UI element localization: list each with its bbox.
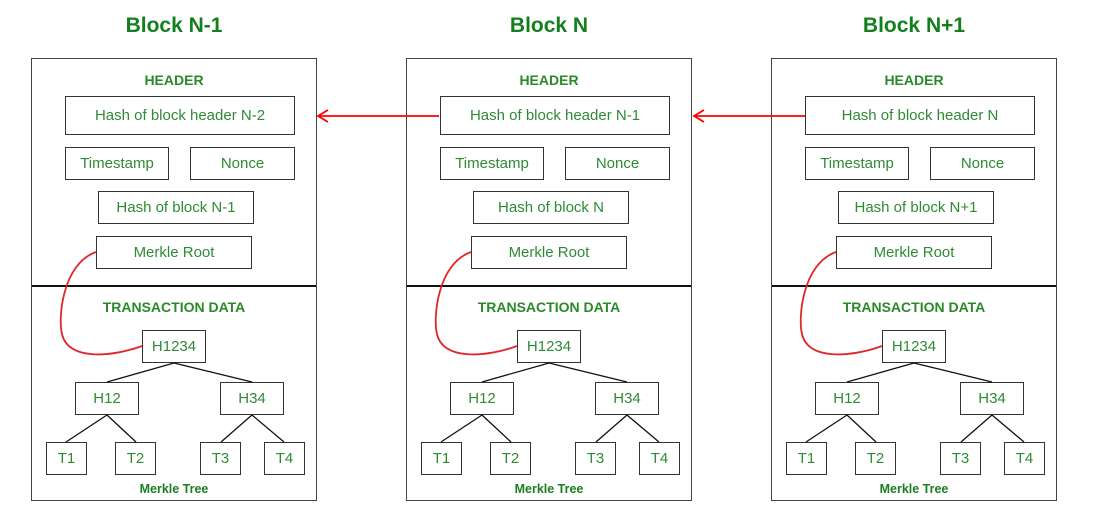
merkle-node-root: H1234 (517, 330, 581, 363)
block-n-title: Block N (509, 14, 589, 37)
merkle-leaf-t2: T2 (855, 442, 896, 475)
merkle-node-root: H1234 (142, 330, 206, 363)
merkle-leaf-t3: T3 (200, 442, 241, 475)
merkle-leaf-t4: T4 (1004, 442, 1045, 475)
merkle-node-left: H12 (815, 382, 879, 415)
block-n-1-title: Block N-1 (125, 14, 223, 37)
nonce-box: Nonce (190, 147, 295, 180)
timestamp-box: Timestamp (440, 147, 544, 180)
block-n-1-container: HEADER Hash of block header N Timestamp Non… (771, 58, 1057, 501)
header-transaction-divider (407, 285, 691, 287)
merkle-node-root: H1234 (882, 330, 946, 363)
prev-block-hash-box: Hash of block header N-2 (65, 96, 295, 135)
transaction-data-label: TRANSACTION DATA (477, 299, 621, 315)
merkle-leaf-t4: T4 (639, 442, 680, 475)
header-label: HEADER (144, 72, 204, 88)
timestamp-box: Timestamp (65, 147, 169, 180)
merkle-leaf-t2: T2 (115, 442, 156, 475)
nonce-box: Nonce (565, 147, 670, 180)
transaction-data-label: TRANSACTION DATA (102, 299, 246, 315)
prev-block-hash-box: Hash of block header N-1 (440, 96, 670, 135)
block-hash-box: Hash of block N-1 (98, 191, 254, 224)
header-label: HEADER (884, 72, 944, 88)
block-hash-box: Hash of block N+1 (838, 191, 994, 224)
merkle-leaf-t1: T1 (421, 442, 462, 475)
merkle-leaf-t3: T3 (575, 442, 616, 475)
merkle-root-box: Merkle Root (471, 236, 627, 269)
header-transaction-divider (32, 285, 316, 287)
merkle-tree-label: Merkle Tree (139, 482, 209, 496)
block-n-1-container: HEADER Hash of block header N-2 Timestamp N… (31, 58, 317, 501)
merkle-node-right: H34 (220, 382, 284, 415)
merkle-node-right: H34 (595, 382, 659, 415)
block-hash-box: Hash of block N (473, 191, 629, 224)
merkle-root-box: Merkle Root (96, 236, 252, 269)
transaction-data-label: TRANSACTION DATA (842, 299, 986, 315)
arrowhead-left-icon (316, 109, 329, 123)
nonce-box: Nonce (930, 147, 1035, 180)
header-transaction-divider (772, 285, 1056, 287)
merkle-root-box: Merkle Root (836, 236, 992, 269)
merkle-leaf-t4: T4 (264, 442, 305, 475)
merkle-node-right: H34 (960, 382, 1024, 415)
merkle-leaf-t3: T3 (940, 442, 981, 475)
merkle-leaf-t2: T2 (490, 442, 531, 475)
block-n-container: HEADER Hash of block header N-1 Timestamp N… (406, 58, 692, 501)
prev-block-hash-box: Hash of block header N (805, 96, 1035, 135)
merkle-tree-label: Merkle Tree (879, 482, 949, 496)
merkle-tree-label: Merkle Tree (514, 482, 584, 496)
merkle-node-left: H12 (75, 382, 139, 415)
merkle-leaf-t1: T1 (786, 442, 827, 475)
arrowhead-left-icon (692, 109, 705, 123)
block-n-1-title: Block N+1 (862, 14, 966, 37)
timestamp-box: Timestamp (805, 147, 909, 180)
header-label: HEADER (519, 72, 579, 88)
merkle-node-left: H12 (450, 382, 514, 415)
merkle-leaf-t1: T1 (46, 442, 87, 475)
